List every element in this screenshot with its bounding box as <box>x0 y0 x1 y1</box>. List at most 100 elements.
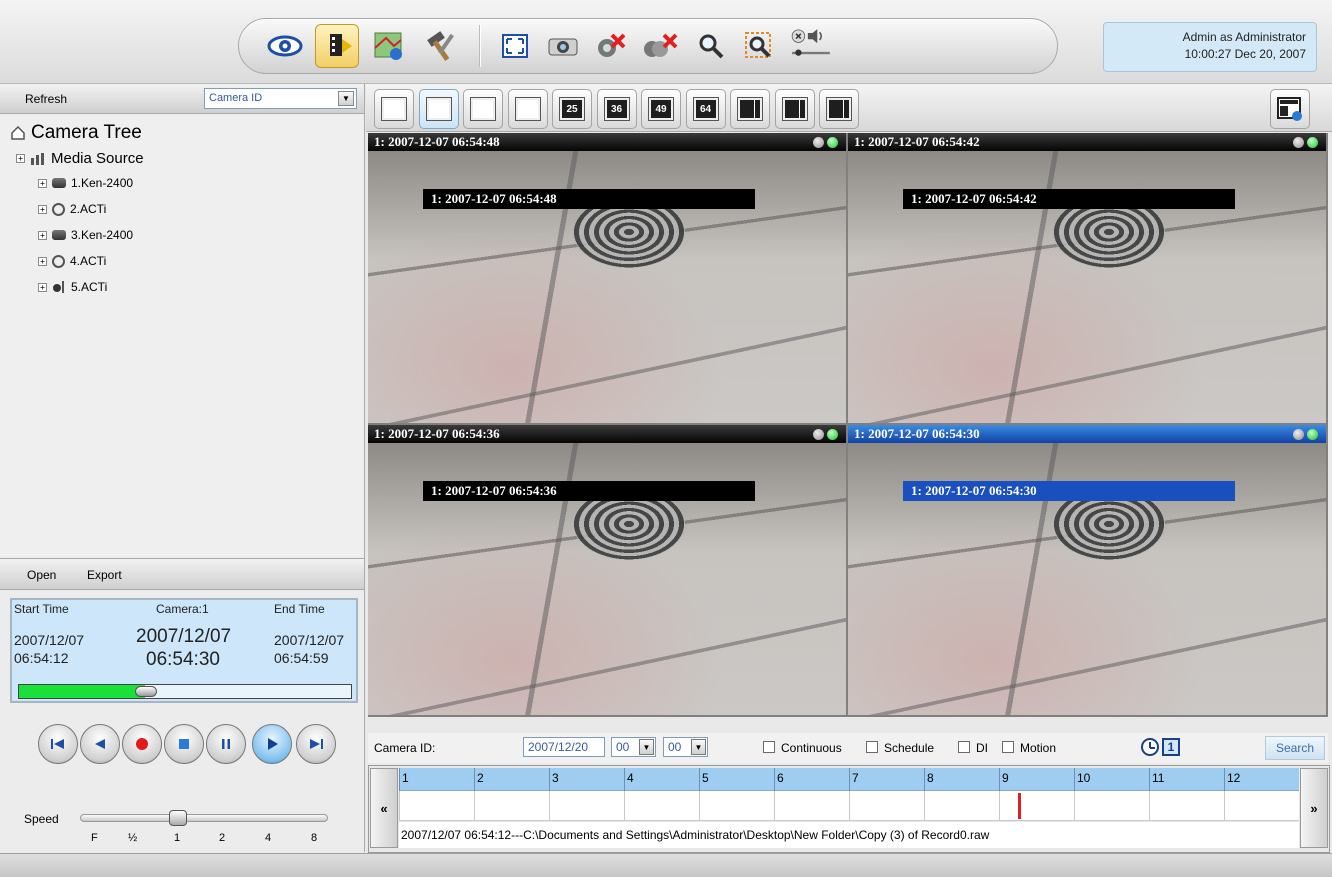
layout-49-icon[interactable]: 49 <box>641 89 681 129</box>
timeline-hour-cell[interactable] <box>624 791 699 821</box>
video-tile[interactable]: 1: 2007-12-07 06:54:42 1: 2007-12-07 06:5… <box>848 133 1326 423</box>
media-source-node[interactable]: + Media Source <box>16 150 144 167</box>
timeline-hour-label[interactable]: 12 <box>1224 768 1299 791</box>
search-button[interactable]: Search <box>1265 736 1325 760</box>
layout-16-icon[interactable] <box>507 89 548 129</box>
hammer-tools-icon[interactable] <box>419 24 463 68</box>
timeline-hour-label[interactable]: 8 <box>924 768 999 791</box>
camera-node[interactable]: + 3.Ken-2400 <box>38 228 133 242</box>
expand-icon[interactable]: + <box>38 282 47 292</box>
timeline-record-bar[interactable] <box>399 791 1299 821</box>
eye-icon[interactable] <box>263 24 307 68</box>
timeline-hour-label[interactable]: 10 <box>1074 768 1149 791</box>
timeline-hour-cell[interactable] <box>399 791 474 821</box>
timeline-hour-cell[interactable] <box>999 791 1074 821</box>
open-button[interactable]: Open <box>27 568 56 582</box>
timeline-hour-cell[interactable] <box>699 791 774 821</box>
expand-icon[interactable]: + <box>38 178 47 188</box>
timeline-prev-button[interactable]: « <box>370 768 398 848</box>
refresh-button[interactable]: Refresh <box>25 92 67 106</box>
search-date-field[interactable]: 2007/12/20 <box>523 737 605 757</box>
layout-64-icon[interactable]: 64 <box>685 89 726 129</box>
timeline-hour-cell[interactable] <box>549 791 624 821</box>
expand-icon[interactable]: + <box>38 256 47 266</box>
left-panel: Refresh Camera ID ▼ Camera Tree + Media … <box>0 84 365 852</box>
timeline-next-button[interactable]: » <box>1300 768 1328 848</box>
camera-node[interactable]: + 4.ACTi <box>38 254 106 268</box>
di-checkbox[interactable] <box>958 741 970 753</box>
stop-icon[interactable] <box>164 724 204 764</box>
playback-progress-handle[interactable] <box>134 686 157 697</box>
timeline-hour-cell[interactable] <box>1149 791 1224 821</box>
layout-25-icon[interactable]: 25 <box>552 89 592 129</box>
timeline-hour-cell[interactable] <box>774 791 849 821</box>
playback-tape-icon[interactable] <box>315 24 359 68</box>
chevron-down-icon[interactable]: ▼ <box>338 91 354 106</box>
skip-end-icon[interactable] <box>296 724 336 764</box>
video-tile[interactable]: 1: 2007-12-07 06:54:30 1: 2007-12-07 06:5… <box>848 425 1326 715</box>
timeline-hour-label[interactable]: 1 <box>399 768 474 791</box>
layout-9-icon[interactable] <box>463 89 503 129</box>
timeline-hour-cell[interactable] <box>849 791 924 821</box>
layout-16-icon-glyph <box>514 97 541 121</box>
play-icon[interactable] <box>252 724 292 764</box>
record-icon[interactable] <box>122 724 162 764</box>
layout-4-icon[interactable] <box>418 89 459 129</box>
minute-dropdown[interactable]: 00 ▼ <box>663 737 708 757</box>
layout-36-icon[interactable]: 36 <box>596 89 637 129</box>
export-button[interactable]: Export <box>87 568 122 582</box>
layout-settings-icon[interactable] <box>1270 89 1310 129</box>
playback-progress-bar[interactable] <box>18 684 352 699</box>
hour-dropdown[interactable]: 00 ▼ <box>611 737 656 757</box>
disconnect-camera-icon[interactable] <box>589 24 633 68</box>
timeline-hour-cell[interactable] <box>924 791 999 821</box>
timeline-hour-cell[interactable] <box>474 791 549 821</box>
timeline-hour-cell[interactable] <box>1074 791 1149 821</box>
layout-1-icon[interactable] <box>374 89 414 129</box>
timeline-current-marker[interactable] <box>1017 793 1021 819</box>
video-tile[interactable]: 1: 2007-12-07 06:54:36 1: 2007-12-07 06:5… <box>368 425 846 715</box>
speed-slider-handle[interactable] <box>169 810 187 826</box>
schedule-checkbox[interactable] <box>866 741 878 753</box>
disconnect-all-icon[interactable] <box>639 24 683 68</box>
camera-tree-root[interactable]: Camera Tree <box>10 122 142 144</box>
timeline-hour-label[interactable]: 6 <box>774 768 849 791</box>
skip-start-icon[interactable] <box>38 724 78 764</box>
timeline-hour-label[interactable]: 2 <box>474 768 549 791</box>
speed-slider[interactable] <box>80 810 328 826</box>
camera-node[interactable]: + 1.Ken-2400 <box>38 176 133 190</box>
timeline-hour-label[interactable]: 3 <box>549 768 624 791</box>
motion-checkbox[interactable] <box>1002 741 1014 753</box>
zoom-icon[interactable] <box>689 24 733 68</box>
expand-icon[interactable]: + <box>16 154 25 163</box>
timeline-hour-cell[interactable] <box>1224 791 1299 821</box>
camera-node[interactable]: + 5.ACTi <box>38 280 107 294</box>
record-file-path[interactable]: 2007/12/07 06:54:12---C:\Documents and S… <box>399 822 1299 848</box>
expand-icon[interactable]: + <box>38 230 47 240</box>
layout-custom-b-icon[interactable] <box>774 89 815 129</box>
start-time: 06:54:12 <box>14 650 69 666</box>
layout-custom-a-icon[interactable] <box>730 89 770 129</box>
day-view-icon[interactable]: 1 <box>1162 738 1180 756</box>
snapshot-camera-icon[interactable] <box>541 24 585 68</box>
pause-icon[interactable] <box>206 724 246 764</box>
chevron-down-icon[interactable]: ▼ <box>639 739 654 755</box>
continuous-checkbox[interactable] <box>763 741 775 753</box>
timeline-hour-label[interactable]: 7 <box>849 768 924 791</box>
camera-sort-dropdown[interactable]: Camera ID ▼ <box>204 88 357 109</box>
clock-icon[interactable] <box>1141 738 1159 756</box>
timeline-hour-label[interactable]: 5 <box>699 768 774 791</box>
camera-node[interactable]: + 2.ACTi <box>38 202 106 216</box>
rewind-icon[interactable] <box>80 724 120 764</box>
video-tile[interactable]: 1: 2007-12-07 06:54:48 1: 2007-12-07 06:5… <box>368 133 846 423</box>
expand-icon[interactable]: + <box>38 204 47 214</box>
timeline-hour-label[interactable]: 4 <box>624 768 699 791</box>
chevron-down-icon[interactable]: ▼ <box>691 739 706 755</box>
fullscreen-icon[interactable] <box>493 24 537 68</box>
layout-custom-c-icon[interactable] <box>819 89 859 129</box>
timeline-hour-label[interactable]: 11 <box>1149 768 1224 791</box>
audio-volume-icon[interactable] <box>789 21 833 67</box>
map-icon[interactable] <box>367 24 411 68</box>
digital-zoom-icon[interactable] <box>737 24 781 68</box>
timeline-hour-label[interactable]: 9 <box>999 768 1074 791</box>
